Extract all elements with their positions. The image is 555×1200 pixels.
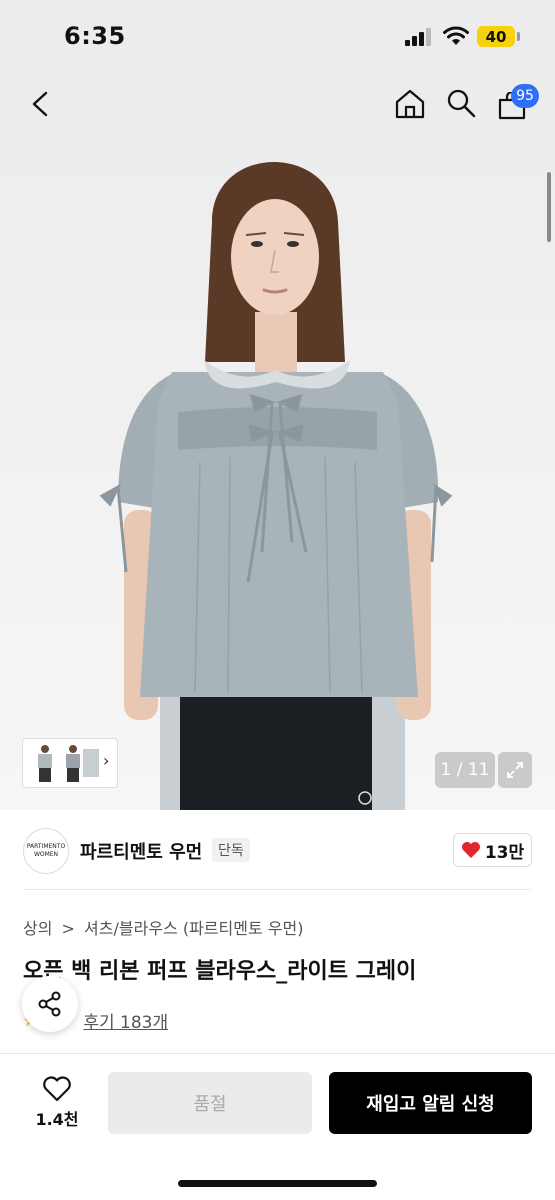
cart-count-badge: 95 (511, 84, 539, 108)
thumbnail-image[interactable] (33, 743, 57, 783)
wishlist-count: 1.4천 (35, 1110, 79, 1129)
sold-out-button[interactable]: 품절 (108, 1072, 312, 1134)
breadcrumb: 상의 > 셔츠/블라우스 (파르티멘토 우먼) (23, 915, 307, 939)
chevron-right-icon[interactable]: › (103, 751, 109, 770)
image-counter: 1 / 11 (435, 752, 495, 788)
cellular-signal-icon (405, 28, 431, 46)
scrollbar[interactable] (547, 172, 551, 242)
expand-image-button[interactable] (498, 752, 532, 788)
back-arrow-icon[interactable] (28, 90, 52, 118)
breadcrumb-separator: > (61, 919, 75, 938)
home-indicator[interactable] (178, 1180, 377, 1187)
share-button[interactable] (22, 976, 78, 1032)
review-link[interactable]: 후기 183개 (83, 1008, 168, 1033)
model-photo (99, 162, 453, 810)
wishlist-button[interactable]: 1.4천 (28, 1072, 86, 1134)
brand-logo-subtext: WOMEN (33, 851, 59, 858)
restock-alert-button[interactable]: 재입고 알림 신청 (329, 1072, 532, 1134)
exclusive-badge: 단독 (212, 838, 250, 862)
share-icon (38, 991, 61, 1017)
product-title: 오픈 백 리본 퍼프 블라우스_라이트 그레이 (23, 959, 417, 984)
divider (23, 889, 531, 890)
battery-tip (517, 32, 520, 41)
status-time: 6:35 (64, 22, 126, 50)
breadcrumb-category[interactable]: 상의 (23, 919, 52, 938)
product-image[interactable]: › 1 / 11 (0, 72, 555, 810)
heart-icon (461, 842, 480, 858)
like-button[interactable]: 13만 (453, 833, 532, 867)
heart-outline-icon (43, 1076, 71, 1102)
expand-icon (507, 762, 523, 778)
wifi-icon (443, 26, 469, 45)
thumbnail-image[interactable] (79, 743, 103, 783)
status-bar: 6:35 40 (0, 0, 555, 72)
brand-logo-text: PARTIMENTO (26, 843, 66, 850)
home-icon[interactable] (394, 88, 426, 120)
thumbnail-strip[interactable]: › (22, 738, 118, 788)
breadcrumb-subcategory[interactable]: 셔츠/블라우스 (파르티멘토 우먼) (84, 919, 303, 938)
like-count: 13만 (484, 842, 525, 863)
brand-logo[interactable]: PARTIMENTO WOMEN (23, 828, 69, 874)
battery-indicator: 40 (477, 26, 515, 47)
search-icon[interactable] (446, 88, 476, 118)
brand-name[interactable]: 파르티멘토 우먼 (80, 838, 202, 864)
